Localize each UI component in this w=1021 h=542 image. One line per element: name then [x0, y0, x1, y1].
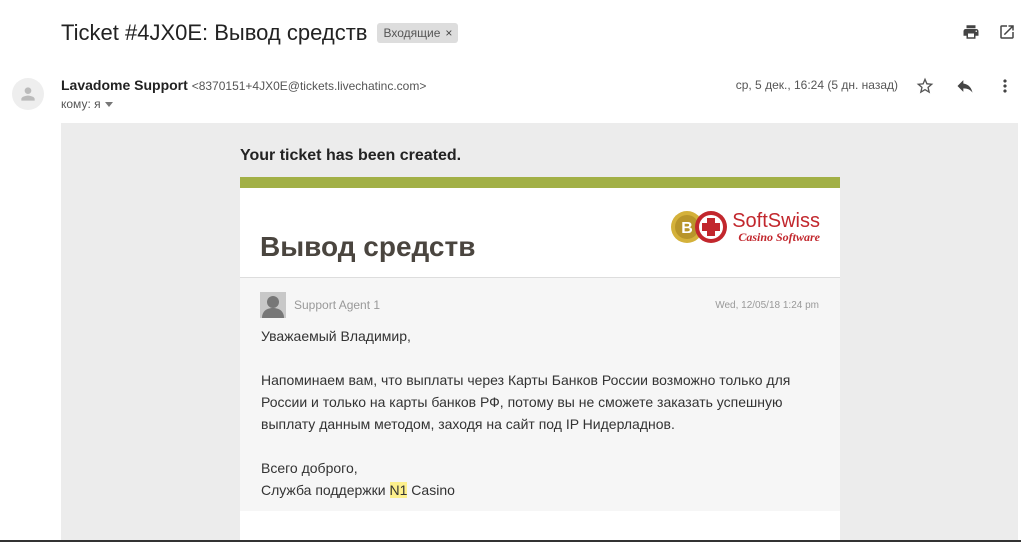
more-vertical-icon[interactable]: [991, 75, 1019, 97]
agent-name: Support Agent 1: [294, 298, 381, 312]
email-date: ср, 5 дек., 16:24 (5 дн. назад): [735, 78, 898, 92]
signature-prefix: Служба поддержки: [261, 482, 390, 498]
ticket-created-heading: Your ticket has been created.: [240, 147, 462, 164]
svg-text:B: B: [681, 220, 693, 237]
person-icon: [260, 292, 286, 318]
closing: Всего доброго,: [261, 460, 358, 476]
message-actions: [911, 75, 1019, 97]
sender-avatar[interactable]: [12, 78, 44, 110]
logo-main-text: SoftSwiss: [732, 210, 820, 232]
card-header: Вывод средств B SoftSwiss Casino Softwar…: [240, 188, 840, 278]
recipient-line: кому: я: [61, 97, 113, 111]
greeting: Уважаемый Владимир,: [261, 328, 411, 344]
recipient-text: кому: я: [61, 97, 101, 111]
top-actions: [961, 22, 1017, 42]
logo-text: SoftSwiss Casino Software: [732, 211, 820, 243]
message-block: Support Agent 1 Wed, 12/05/18 1:24 pm Ув…: [240, 278, 840, 511]
email-view: Ticket #4JX0E: Вывод средств Входящие × …: [0, 0, 1021, 542]
card-accent-stripe: [240, 177, 840, 188]
ticket-title: Вывод средств: [260, 231, 476, 262]
logo-coins-icon: B: [671, 211, 728, 243]
message-paragraph: Напоминаем вам, что выплаты через Карты …: [261, 372, 791, 432]
remove-label-icon[interactable]: ×: [445, 26, 452, 40]
open-in-new-window-icon[interactable]: [997, 22, 1017, 42]
label-inbox-chip[interactable]: Входящие ×: [377, 23, 459, 43]
logo-sub-text: Casino Software: [738, 230, 820, 244]
sender-name[interactable]: Lavadome Support: [61, 77, 188, 93]
agent-avatar: [260, 292, 286, 318]
printer-icon[interactable]: [961, 22, 981, 42]
message-date: Wed, 12/05/18 1:24 pm: [715, 300, 819, 311]
person-icon: [21, 87, 35, 101]
email-subject: Ticket #4JX0E: Вывод средств: [61, 20, 368, 45]
sender-line: Lavadome Support <8370151+4JX0E@tickets.…: [61, 77, 426, 93]
reply-icon[interactable]: [951, 75, 979, 97]
signature: Служба поддержки N1 Casino: [261, 479, 821, 501]
subject-row: Ticket #4JX0E: Вывод средств Входящие ×: [61, 20, 459, 46]
star-icon[interactable]: [911, 75, 939, 97]
softswiss-logo: B SoftSwiss Casino Software: [670, 209, 820, 245]
ticket-card: Вывод средств B SoftSwiss Casino Softwar…: [240, 177, 840, 542]
chevron-down-icon[interactable]: [104, 101, 113, 107]
sender-email: <8370151+4JX0E@tickets.livechatinc.com>: [191, 79, 427, 93]
message-text: Уважаемый Владимир, Напоминаем вам, что …: [261, 325, 821, 501]
signature-highlight: N1: [389, 482, 408, 498]
label-text: Входящие: [383, 26, 441, 40]
signature-suffix: Casino: [407, 482, 455, 498]
